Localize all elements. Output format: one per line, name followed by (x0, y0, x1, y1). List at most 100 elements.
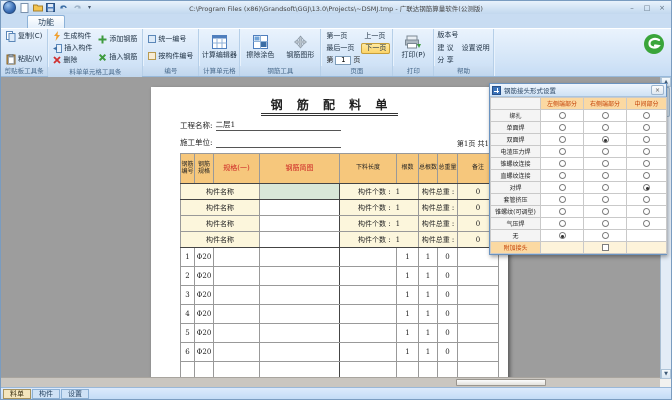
detail-cell-weight[interactable]: 0 (438, 343, 458, 362)
detail-cell-blank[interactable] (260, 343, 340, 362)
prev-page-button[interactable]: 上一页 (361, 30, 390, 41)
contractor-value[interactable] (216, 147, 341, 148)
detail-cell-length[interactable] (340, 267, 397, 286)
detail-cell-blank[interactable] (260, 305, 340, 324)
detail-cell-note[interactable] (458, 343, 499, 362)
component-weight-cell[interactable]: 构件总重 : (419, 232, 458, 248)
qat-dropdown-button[interactable]: ▾ (84, 2, 95, 13)
dialog-close-button[interactable]: × (651, 85, 664, 95)
joint-radio-r10-c3[interactable] (643, 220, 650, 227)
save-button[interactable] (45, 2, 56, 13)
detail-cell-note[interactable] (458, 286, 499, 305)
page-number-input[interactable] (335, 56, 351, 65)
scroll-down-arrow[interactable]: ▼ (661, 369, 671, 379)
detail-cell-spec[interactable]: Φ20 (195, 267, 214, 286)
joint-radio-r8-c3[interactable] (643, 196, 650, 203)
detail-cell-weight[interactable]: 0 (438, 248, 458, 267)
copy-button[interactable]: 复制(C) (3, 30, 45, 42)
detail-cell-total_qty[interactable]: 1 (419, 286, 438, 305)
component-weight-cell[interactable]: 构件总重 : (419, 200, 458, 216)
statusbar-tab-3[interactable]: 设置 (61, 389, 89, 399)
redo-button[interactable] (71, 2, 82, 13)
detail-cell-length[interactable] (340, 248, 397, 267)
joint-footer-checkbox[interactable] (602, 244, 609, 251)
detail-cell-blank[interactable] (214, 286, 260, 305)
new-file-button[interactable] (19, 2, 30, 13)
statusbar-tab-1[interactable]: 料单 (3, 389, 31, 399)
joint-radio-r2-c2[interactable] (602, 124, 609, 131)
detail-cell-blank[interactable] (214, 324, 260, 343)
component-name-cell[interactable]: 构件名称 (181, 200, 260, 216)
detail-cell-blank[interactable] (214, 248, 260, 267)
minimize-button[interactable]: – (625, 3, 639, 13)
detail-cell-blank[interactable] (214, 305, 260, 324)
project-name-value[interactable]: 二层1 (216, 119, 341, 131)
detail-cell-blank[interactable] (260, 286, 340, 305)
detail-cell-blank[interactable] (260, 267, 340, 286)
detail-cell-length[interactable] (340, 305, 397, 324)
calc-editor-button[interactable]: 计算编辑器 (201, 34, 237, 61)
last-page-button[interactable]: 最后一页 (323, 43, 357, 54)
detail-cell-qty[interactable]: 1 (397, 305, 419, 324)
detail-cell-weight[interactable]: 0 (438, 286, 458, 305)
generate-component-button[interactable]: 生成构件 (50, 30, 95, 42)
joint-radio-r9-c2[interactable] (602, 208, 609, 215)
component-graph-cell[interactable] (260, 216, 340, 232)
delete-button[interactable]: 删除 (50, 54, 95, 66)
joint-radio-r5-c1[interactable] (559, 160, 566, 167)
suggest-button[interactable]: 建 议 (437, 43, 453, 53)
insert-component-button[interactable]: 插入构件 (50, 42, 95, 54)
next-page-button[interactable]: 下一页 (361, 43, 390, 54)
detail-cell-no[interactable]: 5 (181, 324, 195, 343)
detail-cell-spec[interactable]: Φ20 (195, 248, 214, 267)
joint-radio-r3-c1[interactable] (559, 136, 566, 143)
detail-cell-spec[interactable]: Φ20 (195, 286, 214, 305)
statusbar-tab-2[interactable]: 构件 (32, 389, 60, 399)
share-button[interactable]: 分 享 (437, 55, 453, 65)
joint-radio-r1-c2[interactable] (602, 112, 609, 119)
joint-radio-r6-c2[interactable] (602, 172, 609, 179)
joint-radio-r5-c3[interactable] (643, 160, 650, 167)
joint-radio-r7-c3[interactable] (643, 184, 650, 191)
component-count-cell[interactable]: 构件个数 :1 (340, 232, 419, 248)
detail-cell-note[interactable] (458, 305, 499, 324)
joint-radio-r7-c1[interactable] (559, 184, 566, 191)
component-name-cell[interactable]: 构件名称 (181, 232, 260, 248)
detail-cell-no[interactable]: 6 (181, 343, 195, 362)
joint-radio-r6-c1[interactable] (559, 172, 566, 179)
erase-color-button[interactable]: 擦除涂色 (242, 34, 278, 61)
detail-cell-total_qty[interactable]: 1 (419, 248, 438, 267)
component-graph-cell[interactable] (260, 184, 340, 200)
detail-cell-total_qty[interactable]: 1 (419, 305, 438, 324)
component-count-cell[interactable]: 构件个数 :1 (340, 184, 419, 200)
joint-radio-r10-c1[interactable] (559, 220, 566, 227)
detail-cell-blank[interactable] (260, 248, 340, 267)
detail-cell-qty[interactable]: 1 (397, 324, 419, 343)
detail-cell-total_qty[interactable]: 1 (419, 343, 438, 362)
first-page-button[interactable]: 第一页 (323, 30, 357, 41)
rebar-graph-button[interactable]: 钢筋图形 (282, 34, 318, 61)
joint-radio-r1-c3[interactable] (643, 112, 650, 119)
close-button[interactable]: × (655, 3, 669, 13)
component-count-cell[interactable]: 构件个数 :1 (340, 216, 419, 232)
detail-cell-blank[interactable] (260, 324, 340, 343)
detail-cell-blank[interactable] (214, 267, 260, 286)
component-name-cell[interactable]: 构件名称 (181, 216, 260, 232)
detail-cell-qty[interactable]: 1 (397, 248, 419, 267)
component-graph-cell[interactable] (260, 200, 340, 216)
add-rebar-button[interactable]: 添加钢筋 (95, 33, 140, 45)
print-button[interactable]: 打印(P) (395, 34, 431, 61)
joint-radio-r8-c1[interactable] (559, 196, 566, 203)
insert-rebar-button[interactable]: 插入钢筋 (95, 51, 140, 63)
joint-radio-r2-c3[interactable] (643, 124, 650, 131)
joint-radio-r6-c3[interactable] (643, 172, 650, 179)
horizontal-scrollbar[interactable] (1, 377, 660, 387)
detail-cell-total_qty[interactable]: 1 (419, 324, 438, 343)
manual-button[interactable]: 设置说明 (462, 43, 490, 53)
joint-radio-r2-c1[interactable] (559, 124, 566, 131)
paste-button[interactable]: 粘贴(V) (3, 53, 45, 65)
detail-cell-length[interactable] (340, 286, 397, 305)
component-count-cell[interactable]: 构件个数 :1 (340, 200, 419, 216)
maximize-button[interactable]: □ (640, 3, 654, 13)
joint-radio-r11-c2[interactable] (602, 232, 609, 239)
